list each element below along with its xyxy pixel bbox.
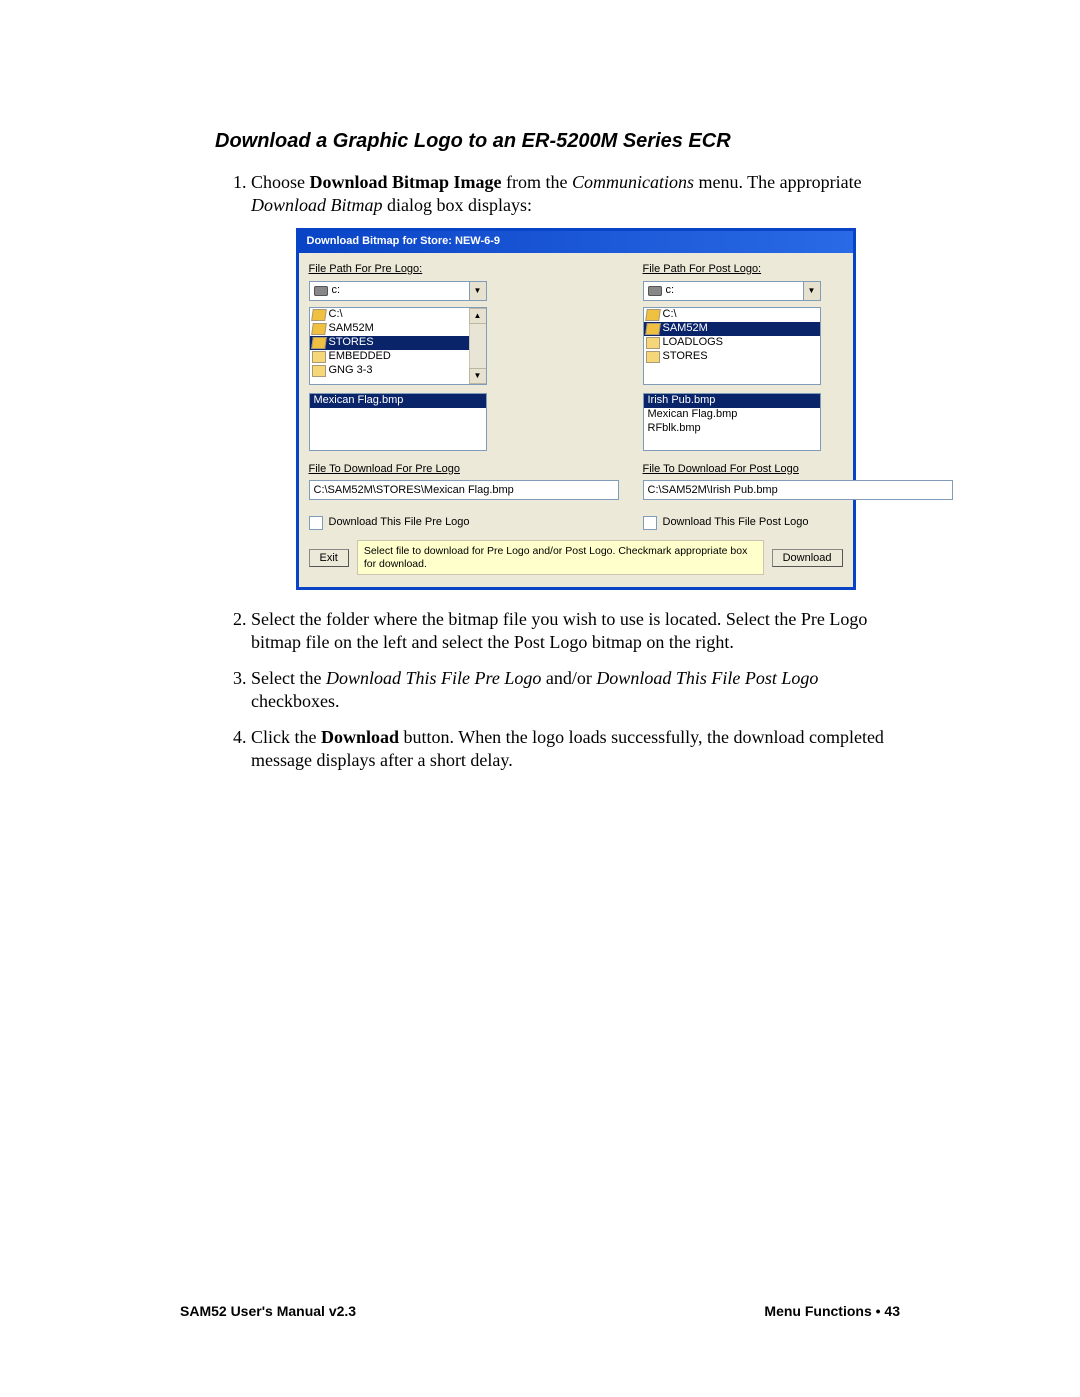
pre-file-label: File To Download For Pre Logo xyxy=(309,463,619,477)
file-row[interactable]: Irish Pub.bmp xyxy=(644,394,820,408)
t: checkboxes. xyxy=(251,691,339,711)
folder-name: STORES xyxy=(663,350,708,364)
folder-open-icon xyxy=(311,309,327,321)
folder-row[interactable]: STORES xyxy=(644,350,820,364)
t: Download This File Pre Logo xyxy=(326,668,541,688)
post-drive-combo[interactable]: c: ▼ xyxy=(643,281,821,301)
t: Download This File Post Logo xyxy=(596,668,818,688)
folder-icon xyxy=(646,351,660,363)
folder-row[interactable]: SAM52M xyxy=(310,322,486,336)
scroll-up-icon[interactable]: ▲ xyxy=(469,308,487,324)
folder-icon xyxy=(646,337,660,349)
folder-name: GNG 3-3 xyxy=(329,364,373,378)
scroll-down-icon[interactable]: ▼ xyxy=(469,368,487,384)
post-download-checkbox[interactable] xyxy=(643,516,657,530)
post-file-path-field[interactable]: C:\SAM52M\Irish Pub.bmp xyxy=(643,480,953,500)
folder-row[interactable]: C:\ xyxy=(310,308,486,322)
folder-row[interactable]: EMBEDDED xyxy=(310,350,486,364)
folder-name: C:\ xyxy=(329,308,343,322)
pre-file-path-field[interactable]: C:\SAM52M\STORES\Mexican Flag.bmp xyxy=(309,480,619,500)
post-file-list[interactable]: Irish Pub.bmpMexican Flag.bmpRFblk.bmp xyxy=(643,393,821,451)
t: from the xyxy=(502,172,572,192)
pre-path-label: File Path For Pre Logo: xyxy=(309,263,619,277)
t: Download xyxy=(321,727,399,747)
exit-button[interactable]: Exit xyxy=(309,549,349,567)
t: Download Bitmap xyxy=(251,195,383,215)
drive-text: c: xyxy=(666,284,803,298)
folder-name: SAM52M xyxy=(329,322,374,336)
hint-box: Select file to download for Pre Logo and… xyxy=(357,540,764,575)
t: Download Bitmap Image xyxy=(310,172,502,192)
footer-right: Menu Functions • 43 xyxy=(764,1303,900,1319)
file-row[interactable]: Mexican Flag.bmp xyxy=(644,408,820,422)
post-folder-list[interactable]: C:\SAM52MLOADLOGSSTORES xyxy=(643,307,821,385)
folder-row[interactable]: C:\ xyxy=(644,308,820,322)
folder-icon xyxy=(312,365,326,377)
chevron-down-icon[interactable]: ▼ xyxy=(803,282,820,300)
folder-open-icon xyxy=(645,309,661,321)
step-1: Choose Download Bitmap Image from the Co… xyxy=(251,171,900,590)
t: Choose xyxy=(251,172,310,192)
scrollbar[interactable]: ▲ ▼ xyxy=(469,308,486,384)
folder-row[interactable]: LOADLOGS xyxy=(644,336,820,350)
folder-open-icon xyxy=(645,323,661,335)
t: dialog box displays: xyxy=(383,195,533,215)
folder-name: STORES xyxy=(329,336,374,350)
dialog-titlebar: Download Bitmap for Store: NEW-6-9 xyxy=(299,231,853,253)
pre-file-list[interactable]: Mexican Flag.bmp xyxy=(309,393,487,451)
download-bitmap-dialog: Download Bitmap for Store: NEW-6-9 File … xyxy=(296,228,856,590)
post-logo-column: File Path For Post Logo: c: ▼ C:\SAM52ML… xyxy=(643,263,953,537)
t: menu. The appropriate xyxy=(694,172,862,192)
pre-checkbox-label: Download This File Pre Logo xyxy=(329,516,470,530)
folder-open-icon xyxy=(311,337,327,349)
t: Select the xyxy=(251,668,326,688)
folder-row[interactable]: SAM52M xyxy=(644,322,820,336)
step-2: Select the folder where the bitmap file … xyxy=(251,608,900,653)
file-row[interactable]: RFblk.bmp xyxy=(644,422,820,436)
post-file-label: File To Download For Post Logo xyxy=(643,463,953,477)
t: Communications xyxy=(572,172,694,192)
folder-row[interactable]: STORES xyxy=(310,336,486,350)
pre-download-checkbox[interactable] xyxy=(309,516,323,530)
chevron-down-icon[interactable]: ▼ xyxy=(469,282,486,300)
t: Click the xyxy=(251,727,321,747)
disk-icon xyxy=(648,286,662,296)
step-4: Click the Download button. When the logo… xyxy=(251,726,900,771)
drive-text: c: xyxy=(332,284,469,298)
download-button[interactable]: Download xyxy=(772,549,843,567)
folder-open-icon xyxy=(311,323,327,335)
folder-name: C:\ xyxy=(663,308,677,322)
step-3: Select the Download This File Pre Logo a… xyxy=(251,667,900,712)
t: and/or xyxy=(541,668,596,688)
post-checkbox-label: Download This File Post Logo xyxy=(663,516,809,530)
page-heading: Download a Graphic Logo to an ER-5200M S… xyxy=(215,130,900,153)
pre-folder-list[interactable]: C:\SAM52MSTORESEMBEDDEDGNG 3-3 ▲ ▼ xyxy=(309,307,487,385)
folder-name: LOADLOGS xyxy=(663,336,724,350)
folder-name: EMBEDDED xyxy=(329,350,391,364)
pre-logo-column: File Path For Pre Logo: c: ▼ C:\SAM52MST… xyxy=(309,263,619,537)
folder-icon xyxy=(312,351,326,363)
pre-drive-combo[interactable]: c: ▼ xyxy=(309,281,487,301)
disk-icon xyxy=(314,286,328,296)
post-path-label: File Path For Post Logo: xyxy=(643,263,953,277)
file-row[interactable]: Mexican Flag.bmp xyxy=(310,394,486,408)
footer-left: SAM52 User's Manual v2.3 xyxy=(180,1303,356,1319)
folder-row[interactable]: GNG 3-3 xyxy=(310,364,486,378)
folder-name: SAM52M xyxy=(663,322,708,336)
